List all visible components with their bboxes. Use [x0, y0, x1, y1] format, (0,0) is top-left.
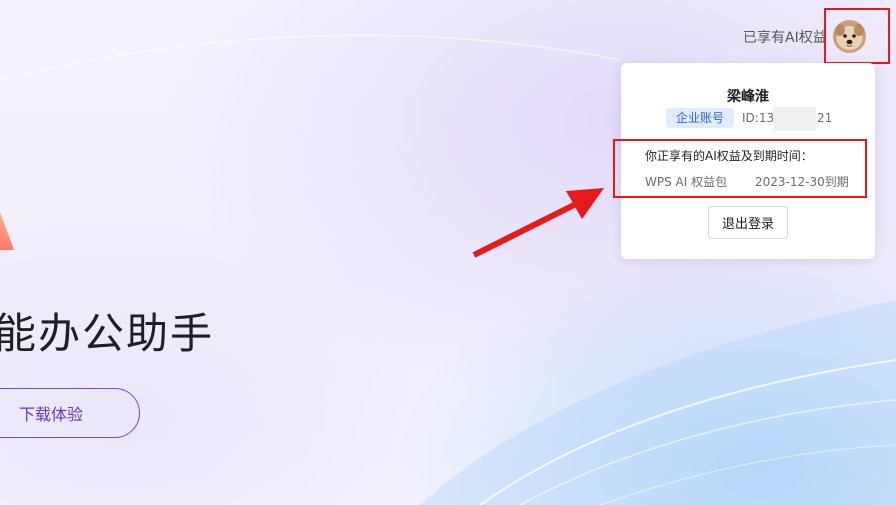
id-redaction-mask: [773, 107, 816, 131]
download-button-label: 下载体验: [18, 405, 83, 424]
logout-button-label: 退出登录: [721, 217, 774, 232]
user-id-suffix: 21: [817, 111, 833, 125]
user-id-prefix: ID:13: [742, 111, 775, 125]
account-popover: 梁峰淮 企业账号 ID:13 21 你正享有的AI权益及到期时间： WPS AI…: [621, 63, 875, 259]
hero-title: 能办公助手: [0, 309, 215, 358]
entitlement-expiry: 2023-12-30到期: [755, 175, 849, 189]
logout-button[interactable]: 退出登录: [708, 206, 788, 239]
entitlement-name: WPS AI 权益包: [645, 175, 728, 189]
dog-avatar-icon: [833, 20, 866, 53]
account-type-badge: 企业账号: [666, 108, 735, 128]
download-button[interactable]: 下载体验: [0, 388, 140, 438]
entitlement-heading: 你正享有的AI权益及到期时间：: [645, 149, 813, 163]
logo-fragment: [0, 212, 14, 250]
ai-entitlement-link[interactable]: 已享有AI权益: [743, 27, 827, 47]
user-name: 梁峰淮: [727, 89, 769, 105]
user-avatar[interactable]: [833, 20, 866, 53]
